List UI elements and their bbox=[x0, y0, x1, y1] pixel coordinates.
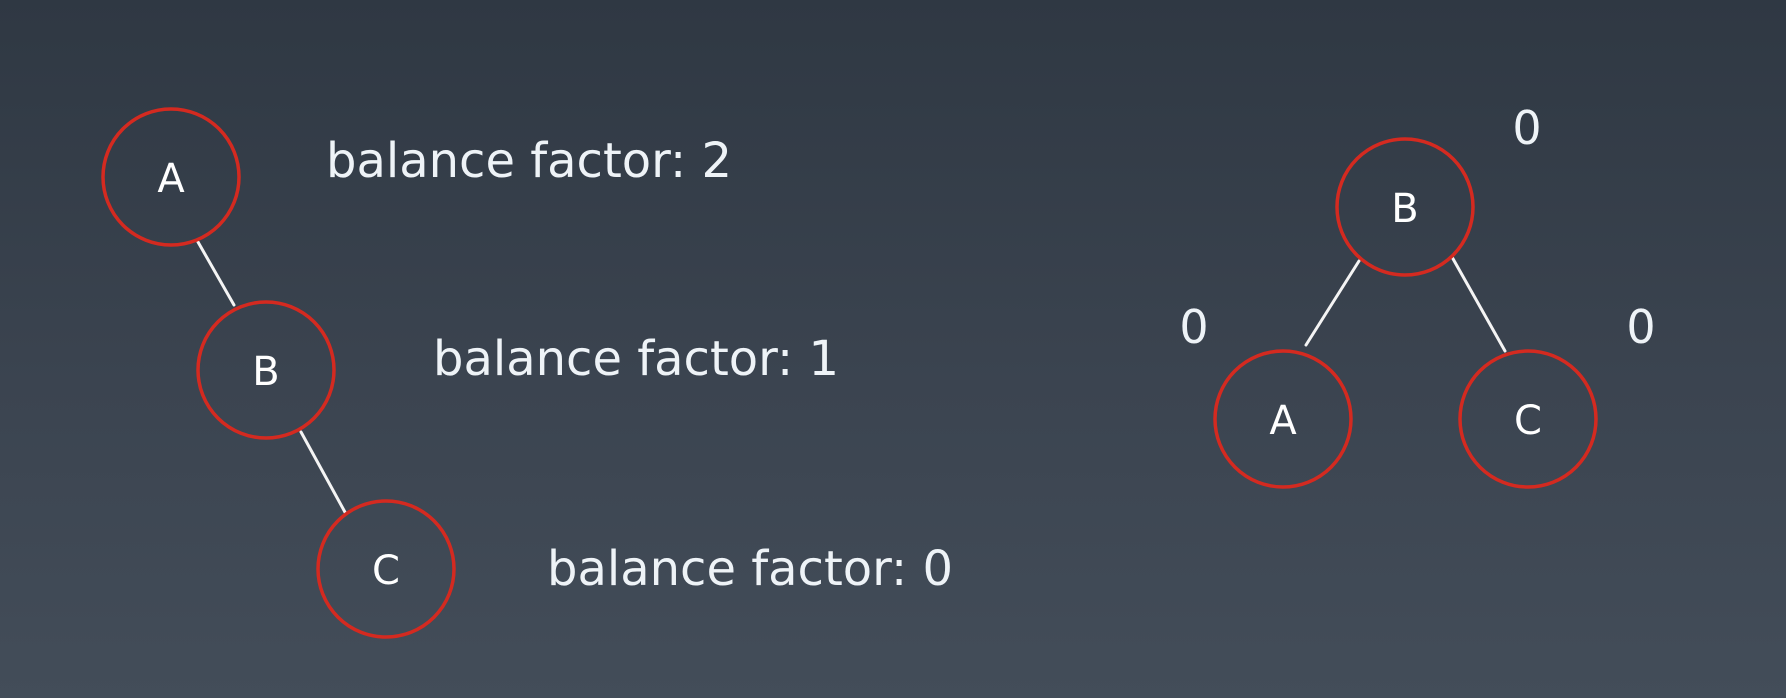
edge-b-a bbox=[1304, 259, 1361, 347]
balance-factor-b: balance factor: 1 bbox=[433, 331, 839, 387]
node-label: B bbox=[252, 349, 279, 395]
left-node-c: C bbox=[316, 499, 456, 639]
balance-value-right: 0 bbox=[1626, 300, 1655, 354]
node-label: B bbox=[1391, 186, 1418, 232]
node-label: C bbox=[372, 548, 400, 594]
node-label: A bbox=[1269, 398, 1297, 444]
right-node-b: B bbox=[1335, 137, 1475, 277]
balance-value-left: 0 bbox=[1179, 300, 1208, 354]
node-label: A bbox=[157, 156, 185, 202]
left-node-b: B bbox=[196, 300, 336, 440]
right-node-a: A bbox=[1213, 349, 1353, 489]
edge-b-c bbox=[299, 430, 348, 516]
right-node-c: C bbox=[1458, 349, 1598, 489]
left-node-a: A bbox=[101, 107, 241, 247]
balance-factor-a: balance factor: 2 bbox=[326, 133, 732, 189]
node-label: C bbox=[1514, 398, 1542, 444]
balance-factor-c: balance factor: 0 bbox=[547, 541, 953, 597]
left-tree: A B C balance factor: 2 balance factor: … bbox=[101, 107, 953, 639]
avl-rotation-diagram: A B C balance factor: 2 balance factor: … bbox=[101, 101, 1656, 639]
balance-value-root: 0 bbox=[1512, 101, 1541, 155]
edge-b-c bbox=[1450, 255, 1507, 353]
right-tree: B A C 0 0 0 bbox=[1179, 101, 1656, 489]
edge-a-b bbox=[196, 240, 236, 307]
